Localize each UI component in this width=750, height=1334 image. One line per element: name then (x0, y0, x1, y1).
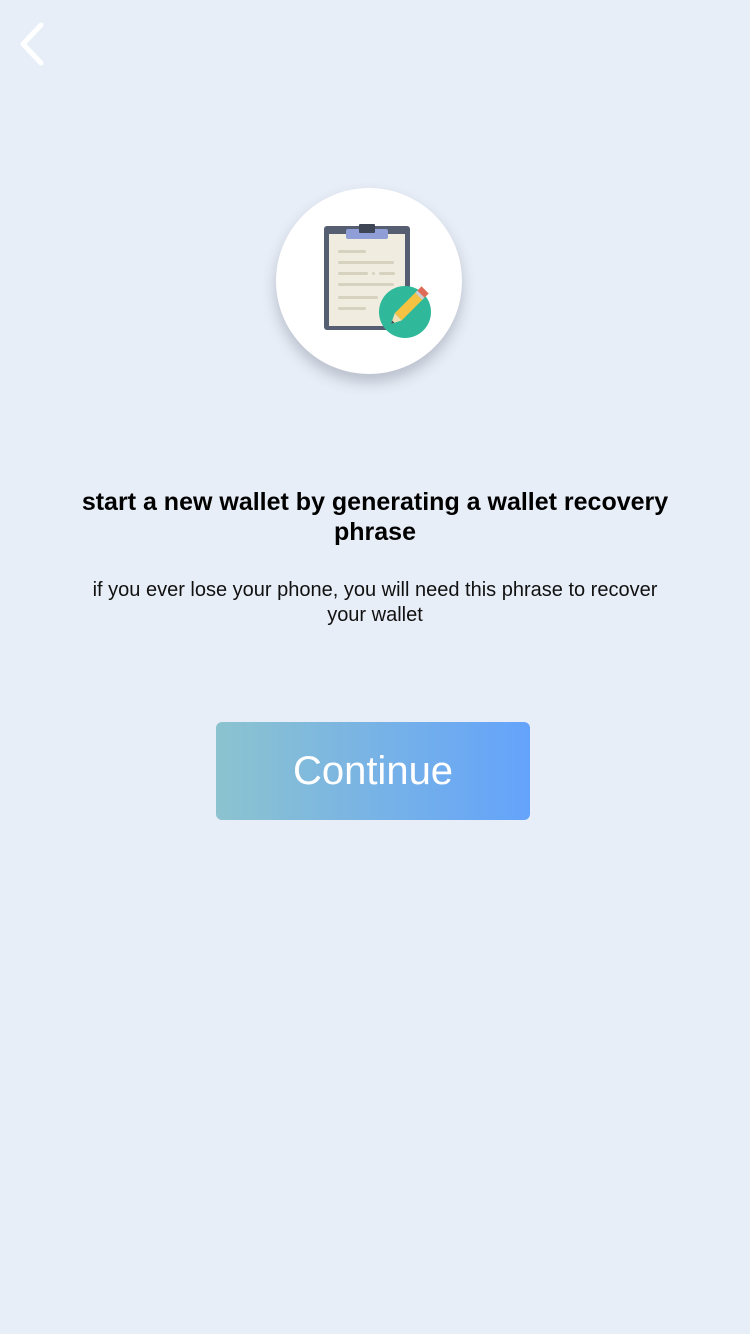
continue-button[interactable]: Continue (216, 722, 530, 820)
description-text: if you ever lose your phone, you will ne… (92, 579, 658, 626)
back-button[interactable] (10, 18, 54, 70)
chevron-left-icon (20, 22, 44, 66)
recovery-phrase-illustration (276, 188, 462, 374)
continue-button-label: Continue (292, 748, 454, 793)
clipboard-pencil-icon (324, 224, 431, 338)
headline: start a new wallet by generating a walle… (81, 488, 669, 546)
